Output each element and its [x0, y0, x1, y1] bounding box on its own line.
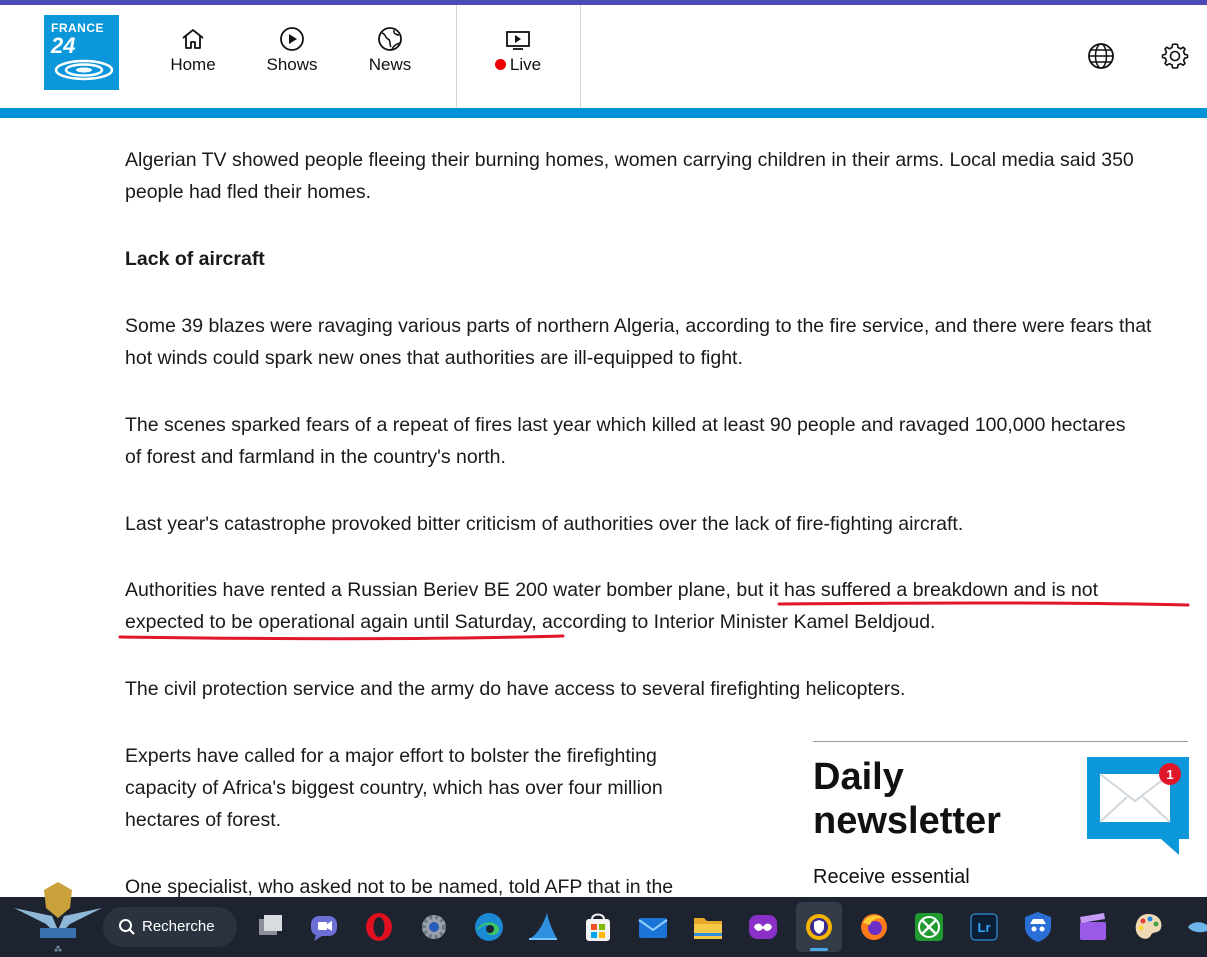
mail-envelope-icon[interactable]: 1 [1087, 757, 1189, 857]
authorities-text-part2: , according to Interior Minister Kamel B… [531, 611, 936, 633]
taskbar-search[interactable]: Recherche [103, 907, 237, 947]
nav-home-label: Home [170, 55, 216, 74]
play-circle-icon [280, 27, 304, 51]
more-icon[interactable] [1182, 907, 1207, 947]
notification-badge-count: 1 [1166, 767, 1173, 782]
xbox-icon[interactable] [909, 907, 949, 947]
shark-app-icon[interactable] [523, 907, 563, 947]
highlighted-text-part2: expected to be operational again until S… [125, 611, 532, 633]
nav-news-label: News [368, 55, 412, 74]
edge-icon[interactable] [469, 907, 509, 947]
paragraph-civil-protection: The civil protection service and the arm… [125, 678, 906, 700]
file-explorer-icon[interactable] [688, 907, 728, 947]
settings-gear-icon[interactable] [1160, 41, 1190, 71]
paragraph-scenes: The scenes sparked fears of a repeat of … [125, 414, 1126, 468]
highlighted-text-part1: but it has suffered a breakdown and is n… [736, 579, 1099, 601]
newsletter-description: Receive essential [813, 866, 970, 888]
paragraph-authorities: Authorities have rented a Russian Beriev… [125, 574, 1195, 638]
paragraph-algerian-tv: Algerian TV showed people fleeing their … [125, 149, 1134, 203]
nav-shows[interactable]: Shows [262, 25, 322, 75]
mask-app-icon[interactable] [743, 907, 783, 947]
opera-icon[interactable] [359, 907, 399, 947]
active-app-indicator [810, 948, 828, 951]
nav-shows-label: Shows [266, 55, 318, 74]
task-view-icon[interactable] [250, 907, 290, 947]
nav-news[interactable]: News [364, 25, 416, 75]
svg-text:Lr: Lr [978, 920, 991, 935]
logo-waves-icon [54, 59, 114, 81]
live-indicator-dot [494, 59, 506, 70]
nav-divider-right [580, 5, 581, 108]
tv-icon [506, 31, 530, 50]
header-accent-bar [0, 108, 1207, 118]
newsletter-title[interactable]: Daily newsletter [813, 755, 1063, 843]
mail-icon[interactable] [633, 907, 673, 947]
forum-logo-icon: ⁂ [14, 882, 102, 954]
nav-divider-left [456, 5, 457, 108]
nav-home[interactable]: Home [166, 25, 220, 75]
paragraph-experts: Experts have called for a major effort t… [125, 745, 663, 831]
settings-app-icon[interactable] [414, 907, 454, 947]
store-icon[interactable] [578, 907, 618, 947]
clapper-app-icon[interactable] [1073, 907, 1113, 947]
paragraph-catastrophe: Last year's catastrophe provoked bitter … [125, 513, 964, 535]
globe-icon [378, 27, 402, 51]
svg-text:⁂: ⁂ [54, 944, 62, 954]
paint-icon[interactable] [1128, 907, 1168, 947]
newsletter-divider [813, 741, 1188, 742]
lightroom-icon[interactable]: Lr [964, 907, 1004, 947]
section-heading: Lack of aircraft [125, 248, 265, 270]
spy-app-icon[interactable] [1018, 907, 1058, 947]
paragraph-blazes: Some 39 blazes were ravaging various par… [125, 315, 1152, 369]
language-globe-icon[interactable] [1086, 41, 1116, 71]
authorities-text-part1: Authorities have rented a Russian Beriev… [125, 579, 737, 601]
firefox-icon[interactable] [854, 907, 894, 947]
nav-live[interactable]: Live [488, 25, 548, 75]
france24-logo[interactable]: FRANCE 24 [44, 15, 119, 90]
browser-shield-icon[interactable] [799, 907, 839, 947]
search-icon [119, 919, 135, 935]
nav-live-label: Live [509, 55, 542, 74]
search-label: Recherche [142, 918, 215, 935]
home-icon [182, 29, 204, 49]
teams-chat-icon[interactable] [304, 907, 344, 947]
